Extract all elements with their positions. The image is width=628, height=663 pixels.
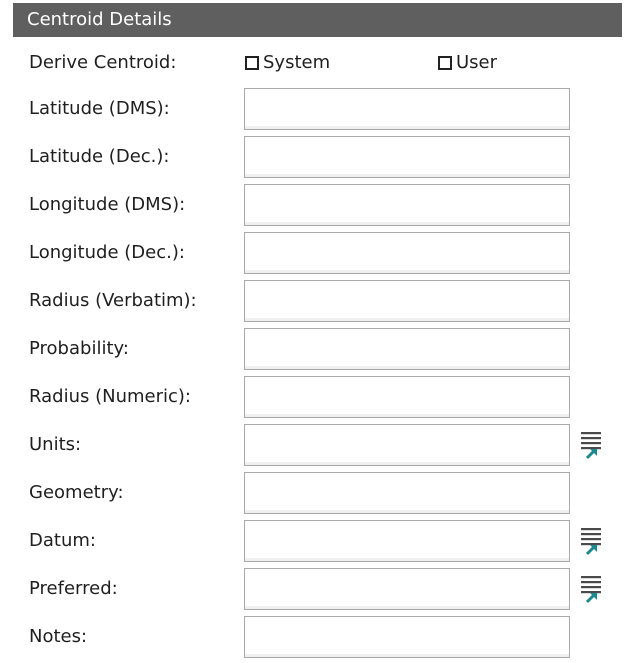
latitude-dec-field-box[interactable]	[244, 136, 570, 178]
derive-centroid-label: Derive Centroid:	[29, 52, 177, 73]
probability-label: Probability:	[29, 338, 129, 359]
section-title: Centroid Details	[27, 9, 172, 30]
checkbox-box[interactable]	[245, 56, 259, 70]
geometry-input[interactable]	[245, 473, 569, 513]
radius-numeric-input[interactable]	[245, 377, 569, 417]
longitude-dms-field-box[interactable]	[244, 184, 570, 226]
preferred-label: Preferred:	[29, 578, 118, 599]
notes-input[interactable]	[245, 617, 569, 657]
units-field-box[interactable]	[244, 424, 570, 466]
datum-label: Datum:	[29, 530, 96, 551]
longitude-dec-input[interactable]	[245, 233, 569, 273]
latitude-dms-input[interactable]	[245, 89, 569, 129]
radius-numeric-field-box[interactable]	[244, 376, 570, 418]
geometry-label: Geometry:	[29, 482, 124, 503]
latitude-dms-field-box[interactable]	[244, 88, 570, 130]
radius-verbatim-input[interactable]	[245, 281, 569, 321]
units-label: Units:	[29, 434, 82, 455]
system-checkbox[interactable]: System	[245, 52, 330, 74]
user-checkbox-label: User	[456, 52, 498, 73]
checkbox-box[interactable]	[438, 56, 452, 70]
preferred-field-box[interactable]	[244, 568, 570, 610]
radius-numeric-label: Radius (Numeric):	[29, 386, 191, 407]
longitude-dec-label: Longitude (Dec.):	[29, 242, 185, 263]
datum-input[interactable]	[245, 521, 569, 561]
latitude-dec-label: Latitude (Dec.):	[29, 146, 170, 167]
latitude-dms-label: Latitude (DMS):	[29, 98, 170, 119]
geometry-field-box[interactable]	[244, 472, 570, 514]
notes-label: Notes:	[29, 626, 88, 647]
list-picker-icon[interactable]	[580, 430, 604, 460]
longitude-dms-input[interactable]	[245, 185, 569, 225]
system-checkbox-label: System	[263, 52, 331, 73]
units-input[interactable]	[245, 425, 569, 465]
user-checkbox[interactable]: User	[438, 52, 497, 74]
list-picker-icon[interactable]	[580, 526, 604, 556]
list-picker-icon[interactable]	[580, 574, 604, 604]
probability-field-box[interactable]	[244, 328, 570, 370]
latitude-dec-input[interactable]	[245, 137, 569, 177]
section-header: Centroid Details	[13, 3, 622, 37]
datum-field-box[interactable]	[244, 520, 570, 562]
radius-verbatim-field-box[interactable]	[244, 280, 570, 322]
radius-verbatim-label: Radius (Verbatim):	[29, 290, 197, 311]
probability-input[interactable]	[245, 329, 569, 369]
longitude-dec-field-box[interactable]	[244, 232, 570, 274]
longitude-dms-label: Longitude (DMS):	[29, 194, 186, 215]
notes-field-box[interactable]	[244, 616, 570, 658]
preferred-input[interactable]	[245, 569, 569, 609]
